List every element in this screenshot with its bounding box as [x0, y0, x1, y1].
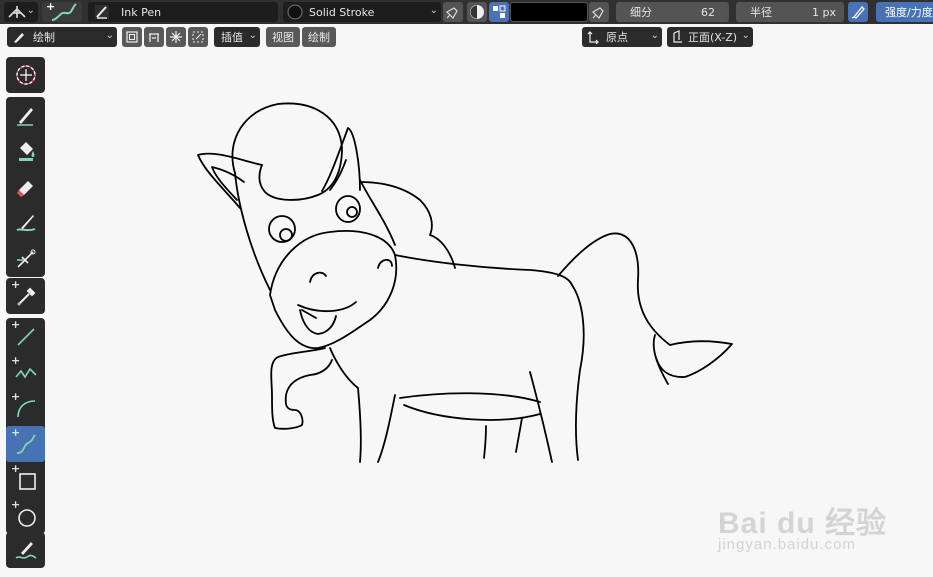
tool-box[interactable]: + [6, 462, 45, 498]
pin-icon [446, 7, 458, 19]
add-plus-icon: + [11, 390, 21, 403]
tool-draw[interactable] [6, 97, 45, 133]
vertex-color-icon [493, 5, 506, 18]
chevron-down-icon: ⌄ [650, 30, 659, 41]
add-plus-icon: + [11, 498, 21, 511]
snap-toggle[interactable] [166, 27, 186, 47]
toolbar-group-primitives: + + + + + + [6, 318, 45, 534]
cursor-icon [15, 65, 36, 85]
add-plus-icon: + [11, 462, 21, 475]
chevron-down-icon: ⌄ [429, 5, 438, 16]
pin-material-button[interactable] [443, 2, 463, 22]
material-selector[interactable]: Solid Stroke ⌄ [283, 2, 441, 22]
fill-bucket-icon [18, 142, 34, 161]
toolbar-group-cursor [6, 57, 45, 93]
tool-line[interactable]: + [6, 318, 45, 354]
scale-toggle[interactable] [188, 27, 208, 47]
radius-value: 1 px [812, 5, 836, 19]
tool-header: ⌄ + Ink Pen Solid Stroke ⌄ 细分 62 半径 1 px… [0, 0, 933, 24]
radius-field[interactable]: 半径 1 px [736, 2, 844, 22]
toolbar-group-annotate [6, 532, 45, 568]
add-plus-icon: + [11, 426, 21, 439]
draw-menu[interactable]: 绘制 [302, 27, 336, 47]
view-header: 绘制 ⌄ 插值 ⌄ 视图 绘制 原点 ⌄ 正面(X-Z) ⌄ [0, 24, 933, 50]
tool-cutter[interactable] [6, 241, 45, 277]
toolbar-group-eyedropper: + [6, 278, 45, 314]
color-mode-icon [470, 5, 484, 19]
tool-fill[interactable] [6, 133, 45, 169]
active-tool-button[interactable]: + [42, 1, 82, 22]
pressure-toggle[interactable] [848, 2, 868, 22]
tool-polyline[interactable]: + [6, 354, 45, 390]
tool-curve[interactable]: + [6, 426, 45, 462]
ink-pen-tool-icon: + [46, 1, 77, 21]
draw-menu-label: 绘制 [308, 31, 330, 44]
view-menu-label: 视图 [272, 31, 294, 44]
mode-selector[interactable]: 绘制 ⌄ [7, 27, 117, 47]
brush-icon [95, 5, 109, 19]
annotate-icon [15, 542, 36, 559]
tool-arc[interactable]: + [6, 390, 45, 426]
subdivision-field[interactable]: 细分 62 [616, 2, 729, 22]
watermark: Bai du 经验 jingyan.baidu.com [700, 470, 900, 560]
origin-selector[interactable]: 原点 ⌄ [582, 27, 662, 47]
brush-selector[interactable]: Ink Pen [88, 2, 278, 22]
cutter-icon [16, 249, 35, 268]
brush-name: Ink Pen [121, 5, 162, 19]
color-mode-toggle[interactable] [467, 2, 487, 22]
snowflake-icon [170, 31, 182, 43]
drawing-viewport[interactable]: Bai du 经验 jingyan.baidu.com [50, 50, 933, 577]
mode-label: 绘制 [33, 31, 55, 44]
chevron-down-icon: ⌄ [105, 30, 114, 41]
tool-annotate[interactable] [6, 532, 45, 568]
subdivision-value: 62 [701, 5, 715, 19]
subdivision-label: 细分 [630, 6, 652, 19]
origin-arrows-icon [587, 31, 599, 44]
scale-icon [192, 31, 204, 43]
add-plus-icon: + [11, 318, 21, 331]
tint-brush-icon [16, 215, 35, 232]
material-name: Solid Stroke [309, 5, 375, 19]
multiframe-toggle[interactable] [122, 27, 142, 47]
pen-pressure-icon [851, 6, 865, 19]
multiframe-icon [126, 31, 138, 43]
plane-icon [673, 30, 682, 43]
orientation-label: 正面(X-Z) [688, 31, 738, 44]
toolbar-group-brushes [6, 97, 45, 277]
watermark-url: jingyan.baidu.com [718, 536, 856, 553]
chevron-down-icon: ⌄ [741, 30, 750, 41]
editor-type-icon [8, 6, 26, 18]
draw-pencil-icon [16, 108, 33, 126]
interpolate-menu[interactable]: 插值 ⌄ [214, 27, 260, 47]
vertex-color-toggle[interactable] [489, 2, 509, 22]
svg-text:+: + [46, 1, 55, 13]
sculpt-toggle[interactable] [144, 27, 164, 47]
tool-circle[interactable]: + [6, 498, 45, 534]
eraser-icon [16, 181, 33, 197]
radius-label: 半径 [750, 6, 772, 19]
color-swatch[interactable] [510, 2, 588, 22]
origin-label: 原点 [606, 31, 628, 44]
tool-erase[interactable] [6, 169, 45, 205]
draw-mode-icon [14, 33, 24, 43]
pin-color-button[interactable] [589, 2, 609, 22]
strength-tab[interactable]: 强度/力度 [876, 2, 933, 22]
material-sphere-icon [287, 4, 303, 20]
tool-cursor[interactable] [6, 57, 45, 93]
interpolate-label: 插值 [221, 31, 243, 44]
orientation-selector[interactable]: 正面(X-Z) ⌄ [667, 27, 753, 47]
tool-eyedropper[interactable]: + [6, 278, 45, 314]
editor-type-menu[interactable]: ⌄ [4, 2, 38, 22]
pin-icon [592, 7, 604, 19]
chevron-down-icon: ⌄ [26, 5, 35, 16]
view-menu[interactable]: 视图 [266, 27, 300, 47]
tool-tint[interactable] [6, 205, 45, 241]
chevron-down-icon: ⌄ [248, 30, 257, 41]
sculpt-icon [149, 33, 159, 42]
strength-label: 强度/力度 [885, 6, 933, 19]
add-plus-icon: + [11, 278, 21, 291]
add-plus-icon: + [11, 354, 21, 367]
